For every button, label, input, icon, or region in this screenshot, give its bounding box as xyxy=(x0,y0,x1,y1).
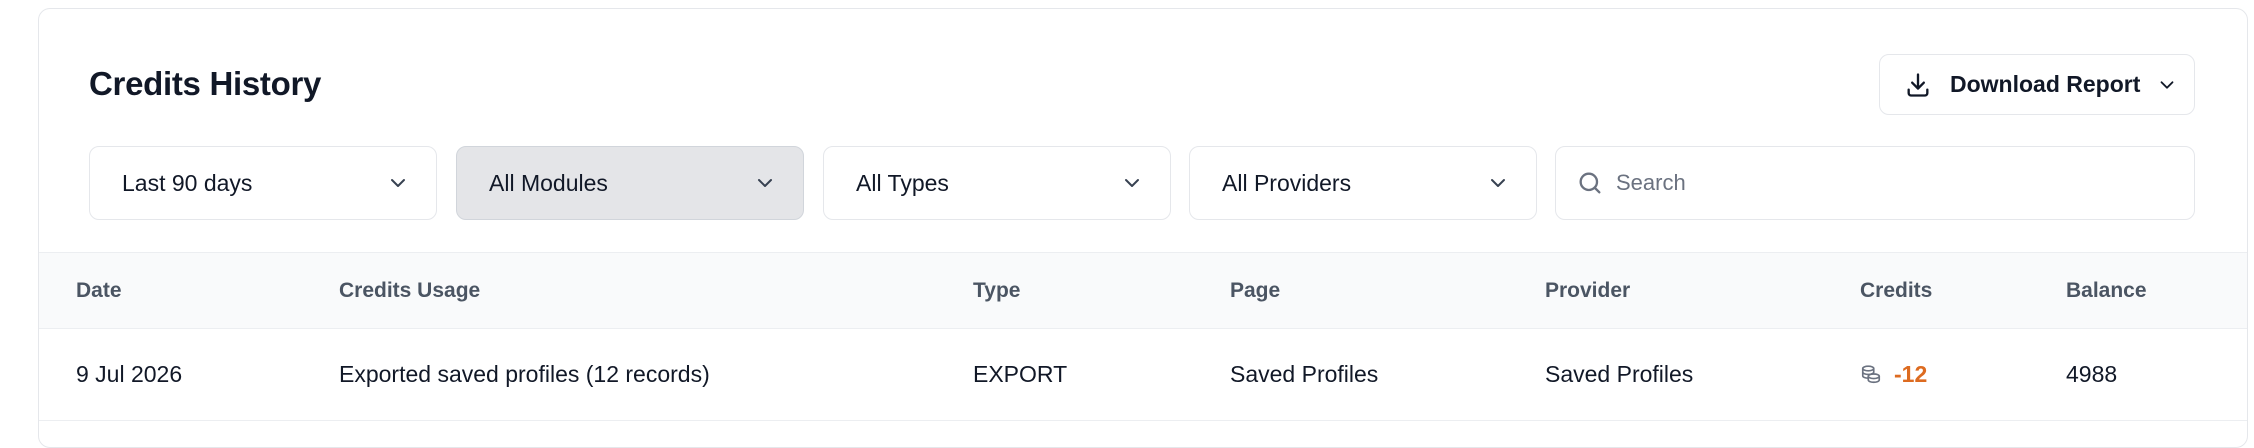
cell-page: Saved Profiles xyxy=(1230,361,1379,387)
modules-value: All Modules xyxy=(489,169,608,196)
column-header-page[interactable]: Page xyxy=(1230,253,1280,328)
search-icon xyxy=(1576,169,1604,197)
types-select[interactable]: All Types xyxy=(823,146,1171,220)
chevron-down-icon xyxy=(1486,171,1510,195)
table-header: Date Credits Usage Type Page Provider Cr… xyxy=(39,252,2247,329)
download-icon xyxy=(1904,71,1932,99)
cell-credits-usage: Exported saved profiles (12 records) xyxy=(339,361,710,387)
chevron-down-icon xyxy=(2156,74,2178,96)
date-range-value: Last 90 days xyxy=(122,169,253,196)
modules-select[interactable]: All Modules xyxy=(456,146,804,220)
search-box[interactable] xyxy=(1555,146,2195,220)
column-header-credits-usage[interactable]: Credits Usage xyxy=(339,253,480,328)
coins-icon xyxy=(1860,363,1882,385)
column-header-type[interactable]: Type xyxy=(973,253,1020,328)
column-header-date[interactable]: Date xyxy=(76,253,122,328)
column-header-balance[interactable]: Balance xyxy=(2066,253,2147,328)
credits-value: -12 xyxy=(1894,361,1928,387)
cell-provider: Saved Profiles xyxy=(1545,361,1694,387)
types-value: All Types xyxy=(856,169,949,196)
download-report-label: Download Report xyxy=(1950,71,2141,97)
credits-history-card: Credits History Download Report Last 90 … xyxy=(38,8,2248,448)
search-input[interactable] xyxy=(1616,170,2176,196)
cell-type: EXPORT xyxy=(973,361,1068,387)
page-title: Credits History xyxy=(89,65,322,102)
date-range-select[interactable]: Last 90 days xyxy=(89,146,437,220)
cell-credits: -12 xyxy=(1860,329,1927,419)
providers-value: All Providers xyxy=(1222,169,1352,196)
cell-date: 9 Jul 2026 xyxy=(76,361,183,387)
column-header-provider[interactable]: Provider xyxy=(1545,253,1630,328)
column-header-credits[interactable]: Credits xyxy=(1860,253,1932,328)
providers-select[interactable]: All Providers xyxy=(1189,146,1537,220)
download-report-button[interactable]: Download Report xyxy=(1879,54,2195,115)
cell-balance: 4988 xyxy=(2066,361,2118,387)
table-row[interactable]: 9 Jul 2026 Exported saved profiles (12 r… xyxy=(39,329,2247,421)
chevron-down-icon xyxy=(753,171,777,195)
chevron-down-icon xyxy=(386,171,410,195)
chevron-down-icon xyxy=(1120,171,1144,195)
